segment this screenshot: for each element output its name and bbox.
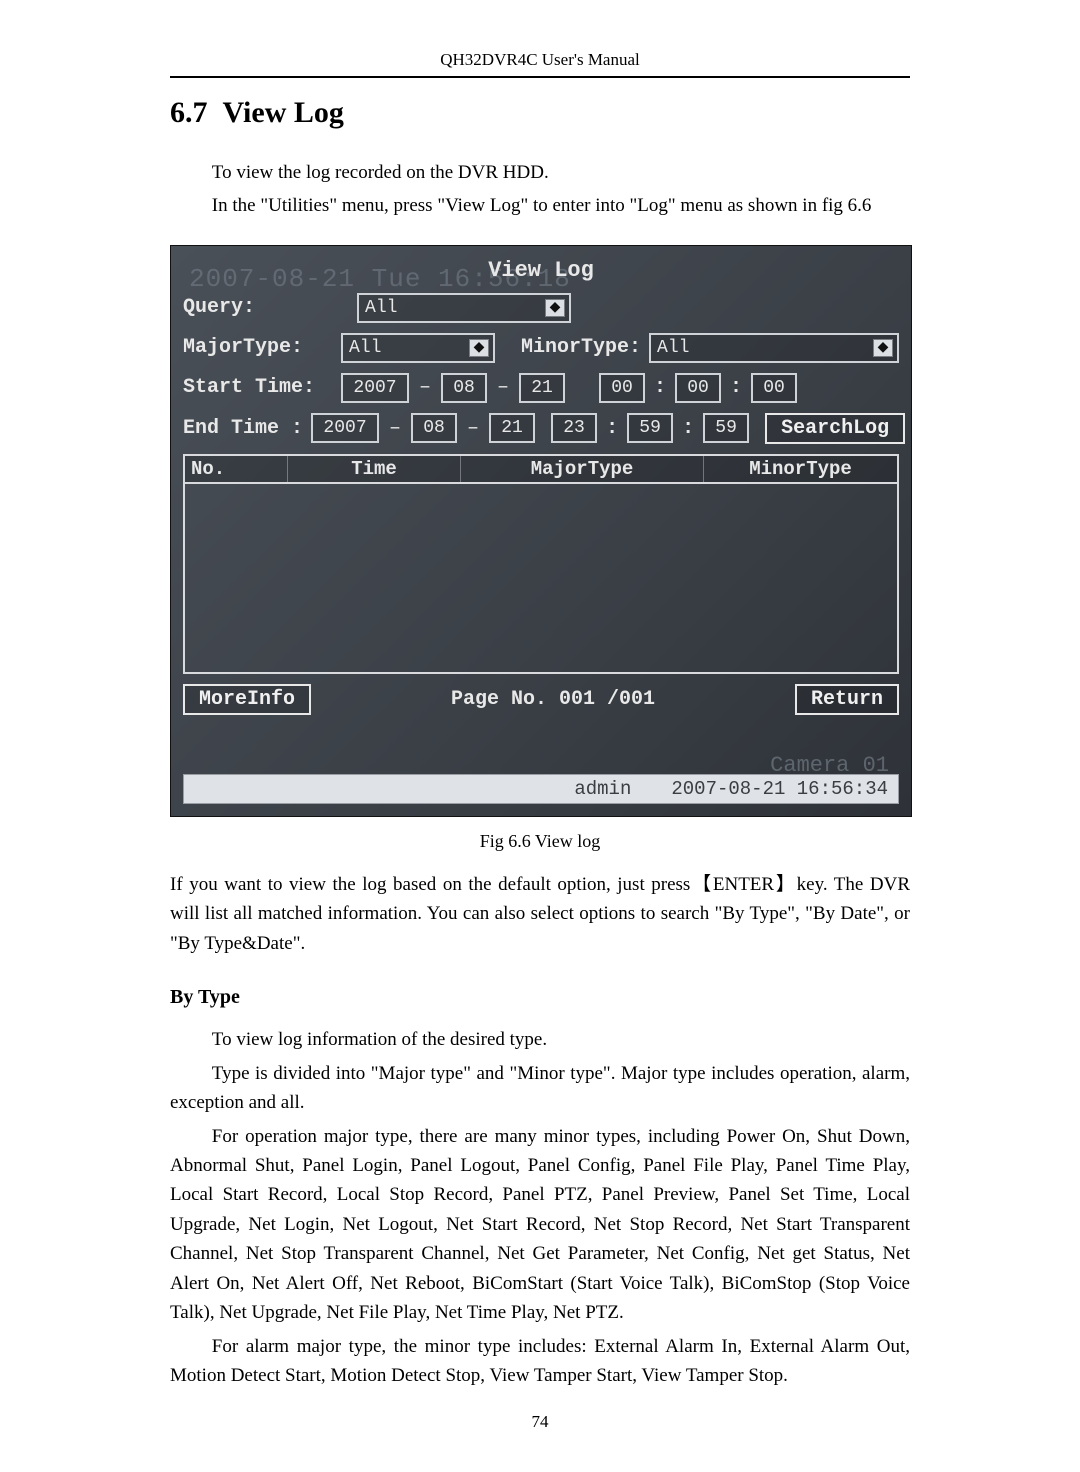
dropdown-icon: ◆ bbox=[873, 339, 893, 357]
majortype-value: All bbox=[349, 338, 381, 358]
query-select[interactable]: All ◆ bbox=[357, 293, 571, 323]
page-number: 74 bbox=[170, 1412, 910, 1432]
dropdown-icon: ◆ bbox=[469, 339, 489, 357]
end-hour-input[interactable]: 23 bbox=[551, 413, 597, 443]
return-button[interactable]: Return bbox=[795, 684, 899, 715]
minortype-value: All bbox=[657, 338, 689, 358]
section-number: 6.7 bbox=[170, 96, 208, 129]
log-table-body-empty bbox=[185, 484, 897, 672]
end-second-input[interactable]: 59 bbox=[703, 413, 749, 443]
log-table-header: No. Time MajorType MinorType bbox=[185, 456, 897, 484]
log-results-table: No. Time MajorType MinorType bbox=[183, 454, 899, 674]
col-minortype: MinorType bbox=[704, 456, 897, 482]
figure-caption: Fig 6.6 View log bbox=[170, 831, 910, 852]
bytype-p3: For operation major type, there are many… bbox=[170, 1122, 910, 1328]
col-no: No. bbox=[185, 456, 288, 482]
paragraph-enter-key: If you want to view the log based on the… bbox=[170, 870, 910, 958]
bytype-p1: To view log information of the desired t… bbox=[170, 1025, 910, 1054]
bytype-p4: For alarm major type, the minor type inc… bbox=[170, 1332, 910, 1391]
minortype-label: MinorType: bbox=[521, 336, 641, 359]
subheading-by-type: By Type bbox=[170, 986, 910, 1009]
majortype-label: MajorType: bbox=[183, 336, 333, 359]
col-majortype: MajorType bbox=[461, 456, 704, 482]
separator: – bbox=[497, 376, 509, 399]
status-datetime: 2007-08-21 16:56:34 bbox=[671, 778, 888, 800]
search-log-button[interactable]: SearchLog bbox=[765, 413, 905, 444]
minortype-select[interactable]: All ◆ bbox=[649, 333, 899, 363]
separator: : bbox=[730, 376, 742, 399]
more-info-button[interactable]: MoreInfo bbox=[183, 684, 311, 715]
bytype-p2: Type is divided into "Major type" and "M… bbox=[170, 1059, 910, 1118]
start-month-input[interactable]: 08 bbox=[441, 373, 487, 403]
end-year-input[interactable]: 2007 bbox=[311, 413, 379, 443]
end-time-label: End Time : bbox=[183, 417, 303, 440]
page-indicator: Page No. 001 /001 bbox=[451, 688, 655, 711]
start-hour-input[interactable]: 00 bbox=[599, 373, 645, 403]
intro-line-2: In the "Utilities" menu, press "View Log… bbox=[170, 191, 910, 220]
intro-line-1: To view the log recorded on the DVR HDD. bbox=[170, 158, 910, 187]
window-title: View Log bbox=[183, 258, 899, 283]
majortype-select[interactable]: All ◆ bbox=[341, 333, 495, 363]
start-year-input[interactable]: 2007 bbox=[341, 373, 409, 403]
separator: – bbox=[419, 376, 431, 399]
start-second-input[interactable]: 00 bbox=[751, 373, 797, 403]
figure-view-log: 2007-08-21 Tue 16:56:18 View Log Query: … bbox=[170, 245, 910, 852]
start-day-input[interactable]: 21 bbox=[519, 373, 565, 403]
separator: : bbox=[654, 376, 666, 399]
dropdown-icon: ◆ bbox=[545, 299, 565, 317]
end-day-input[interactable]: 21 bbox=[489, 413, 535, 443]
separator: – bbox=[389, 417, 401, 440]
start-time-label: Start Time: bbox=[183, 376, 333, 399]
query-label: Query: bbox=[183, 296, 255, 319]
start-minute-input[interactable]: 00 bbox=[675, 373, 721, 403]
section-heading: 6.7 View Log bbox=[170, 96, 910, 130]
status-user: admin bbox=[574, 778, 631, 800]
col-time: Time bbox=[288, 456, 461, 482]
separator: : bbox=[606, 417, 618, 440]
separator: : bbox=[682, 417, 694, 440]
status-bar: admin 2007-08-21 16:56:34 bbox=[183, 774, 899, 804]
end-month-input[interactable]: 08 bbox=[411, 413, 457, 443]
section-title-text: View Log bbox=[223, 96, 344, 129]
running-header: QH32DVR4C User's Manual bbox=[170, 50, 910, 78]
dvr-screenshot: 2007-08-21 Tue 16:56:18 View Log Query: … bbox=[170, 245, 912, 817]
query-select-value: All bbox=[365, 298, 397, 318]
end-minute-input[interactable]: 59 bbox=[627, 413, 673, 443]
separator: – bbox=[467, 417, 479, 440]
